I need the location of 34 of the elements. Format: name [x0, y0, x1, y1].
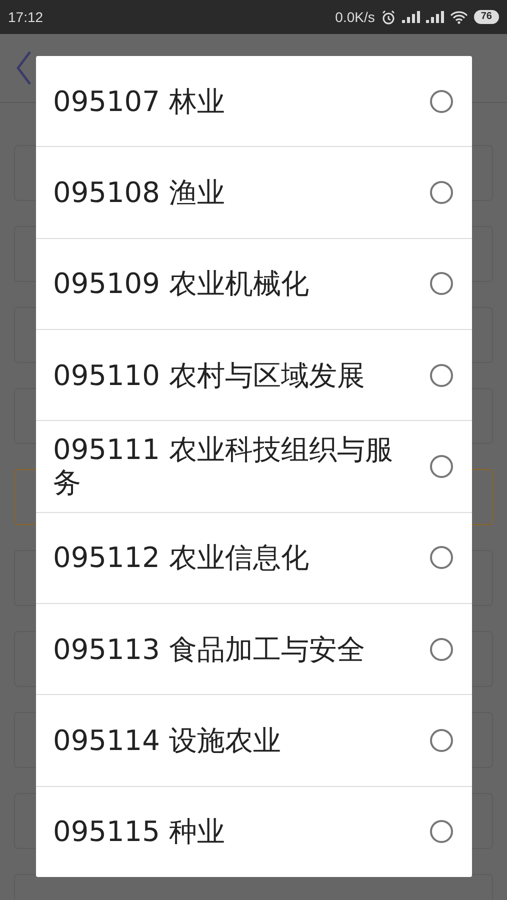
- option-item[interactable]: 095112 农业信息化: [36, 512, 472, 604]
- radio-button[interactable]: [430, 364, 453, 387]
- option-item[interactable]: 095110 农村与区域发展: [36, 330, 472, 422]
- battery-level: 76: [474, 10, 499, 24]
- option-item[interactable]: 095107 林业: [36, 56, 472, 148]
- radio-button[interactable]: [430, 180, 453, 204]
- clock-time: 17:12: [8, 9, 44, 25]
- radio-button[interactable]: [430, 454, 453, 478]
- option-label: 095113 食品加工与安全: [53, 632, 365, 666]
- signal-icon: [426, 11, 444, 23]
- radio-button[interactable]: [430, 820, 453, 844]
- radio-button[interactable]: [430, 728, 453, 752]
- wifi-icon: [450, 10, 468, 24]
- option-item[interactable]: 095113 食品加工与安全: [36, 604, 472, 696]
- option-label: 095114 设施农业: [53, 724, 281, 757]
- option-label: 095109 农业机械化: [53, 267, 309, 300]
- option-label: 095110 农村与区域发展: [53, 358, 365, 392]
- radio-button[interactable]: [430, 638, 453, 661]
- option-label: 095108 渔业: [53, 176, 225, 209]
- alarm-clock-icon: [380, 10, 396, 24]
- option-item[interactable]: 095115 种业: [36, 786, 472, 877]
- option-label: 095115 种业: [53, 815, 225, 848]
- option-label: 095112 农业信息化: [53, 541, 309, 574]
- option-label: 095111 农业科技组织与服务: [53, 433, 394, 500]
- signal-icon: [402, 11, 420, 23]
- network-speed: 0.0K/s: [335, 9, 375, 25]
- option-label: 095107 林业: [53, 84, 225, 118]
- option-item[interactable]: 095114 设施农业: [36, 695, 472, 787]
- option-item[interactable]: 095109 农业机械化: [36, 238, 472, 330]
- radio-button[interactable]: [430, 546, 453, 570]
- option-item[interactable]: 095111 农业科技组织与服务: [36, 421, 472, 513]
- option-item[interactable]: 095108 渔业: [36, 147, 472, 239]
- radio-button[interactable]: [430, 90, 453, 113]
- radio-button[interactable]: [430, 272, 453, 296]
